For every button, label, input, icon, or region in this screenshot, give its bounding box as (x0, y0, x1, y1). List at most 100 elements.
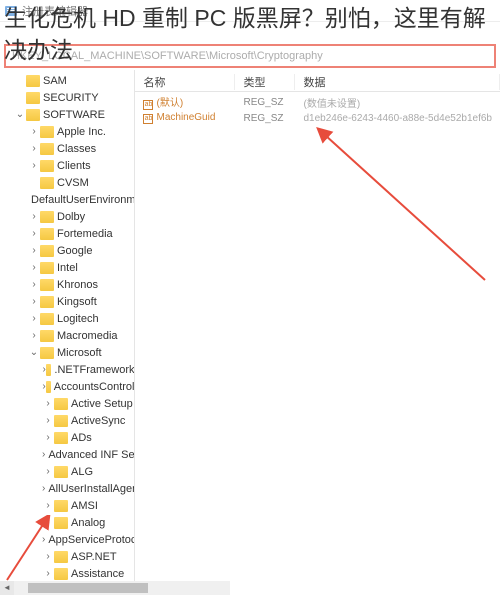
tree-horizontal-scrollbar[interactable]: ◄ (0, 581, 230, 595)
tree-item[interactable]: › ADs (0, 429, 134, 446)
value-name: ab(默认) (135, 94, 235, 110)
tree-item[interactable]: › Assistance (0, 565, 134, 582)
tree-item-label: AccountsControl (54, 381, 135, 393)
expand-icon[interactable]: › (28, 262, 40, 273)
tree-item[interactable]: ⌄Microsoft (0, 344, 134, 361)
expand-icon[interactable]: › (42, 483, 45, 494)
tree-item[interactable]: ⌄ SOFTWARE (0, 106, 134, 123)
tree-item-label: Assistance (71, 568, 124, 580)
tree-item-label: AMSI (71, 500, 98, 512)
expand-icon[interactable]: › (42, 415, 54, 426)
col-data[interactable]: 数据 (295, 74, 500, 90)
expand-icon[interactable]: › (28, 126, 40, 137)
scroll-left-button[interactable]: ◄ (0, 581, 14, 595)
folder-icon (40, 313, 54, 325)
tree-item-label: Kingsoft (57, 296, 97, 308)
tree-item[interactable]: SECURITY (0, 89, 134, 106)
folder-icon (26, 92, 40, 104)
expand-icon[interactable]: › (28, 245, 40, 256)
collapse-icon[interactable]: ⌄ (28, 347, 40, 358)
tree-item[interactable]: › Clients (0, 157, 134, 174)
tree-item[interactable]: ›AccountsControl (0, 378, 134, 395)
folder-icon (40, 211, 54, 223)
value-rows: ab(默认)REG_SZ(数值未设置)abMachineGuidREG_SZd1… (135, 92, 500, 128)
tree-panel[interactable]: SAMSECURITY⌄SOFTWARE›Apple Inc.›Classes›… (0, 70, 135, 595)
tree-item[interactable]: ›ALG (0, 463, 134, 480)
string-icon: ab (143, 114, 153, 124)
tree-item[interactable]: › Logitech (0, 310, 134, 327)
tree-item-label: Intel (57, 262, 78, 274)
value-type: REG_SZ (235, 113, 295, 124)
tree-item[interactable]: ›Khronos (0, 276, 134, 293)
tree-item[interactable]: ›ASP.NET (0, 548, 134, 565)
tree-item[interactable]: ›Fortemedia (0, 225, 134, 242)
folder-icon (40, 330, 54, 342)
tree-item-label: ADs (71, 432, 92, 444)
tree-item[interactable]: ›Advanced INF Setup (0, 446, 134, 463)
tree-item[interactable]: › Intel (0, 259, 134, 276)
col-name[interactable]: 名称 (135, 74, 235, 90)
folder-icon (40, 262, 54, 274)
values-panel: 名称 类型 数据 ab(默认)REG_SZ(数值未设置)abMachineGui… (135, 70, 500, 595)
expand-icon[interactable]: › (42, 517, 54, 528)
folder-icon (40, 143, 54, 155)
folder-icon (54, 517, 68, 529)
tree-item-label: Advanced INF Setup (48, 449, 135, 461)
tree-item[interactable]: DefaultUserEnvironment (0, 191, 134, 208)
tree-item[interactable]: ›Dolby (0, 208, 134, 225)
tree-item[interactable]: › AMSI (0, 497, 134, 514)
tree-item[interactable]: › Analog (0, 514, 134, 531)
expand-icon[interactable]: › (42, 449, 45, 460)
expand-icon[interactable]: › (42, 398, 54, 409)
value-data: (数值未设置) (295, 95, 500, 110)
expand-icon[interactable]: › (42, 568, 54, 579)
expand-icon[interactable]: › (28, 313, 40, 324)
col-type[interactable]: 类型 (235, 74, 295, 90)
tree-item[interactable]: ›AllUserInstallAgent (0, 480, 134, 497)
tree-item[interactable]: › Apple Inc. (0, 123, 134, 140)
expand-icon[interactable]: › (42, 534, 45, 545)
tree-item[interactable]: ›.NETFramework (0, 361, 134, 378)
folder-icon (40, 228, 54, 240)
tree-item[interactable]: CVSM (0, 174, 134, 191)
collapse-icon[interactable]: ⌄ (14, 109, 26, 120)
expand-icon[interactable]: › (42, 466, 54, 477)
expand-icon[interactable]: › (42, 500, 54, 511)
column-headers: 名称 类型 数据 (135, 72, 500, 92)
tree-item[interactable]: › ActiveSync (0, 412, 134, 429)
tree-item[interactable]: SAM (0, 72, 134, 89)
folder-icon (40, 126, 54, 138)
tree-item-label: Active Setup (71, 398, 133, 410)
expand-icon[interactable]: › (42, 551, 54, 562)
tree-item[interactable]: › Active Setup (0, 395, 134, 412)
expand-icon[interactable]: › (42, 432, 54, 443)
value-row[interactable]: ab(默认)REG_SZ(数值未设置) (135, 94, 500, 110)
value-type: REG_SZ (235, 97, 295, 108)
expand-icon[interactable]: › (28, 160, 40, 171)
expand-icon[interactable]: › (28, 228, 40, 239)
tree-item-label: Clients (57, 160, 91, 172)
folder-icon (46, 364, 51, 376)
expand-icon[interactable]: › (28, 211, 40, 222)
tree-item[interactable]: ›Google (0, 242, 134, 259)
tree-item-label: Logitech (57, 313, 99, 325)
tree-item-label: SOFTWARE (43, 109, 105, 121)
tree-item[interactable]: › Kingsoft (0, 293, 134, 310)
tree-item-label: Apple Inc. (57, 126, 106, 138)
tree-item[interactable]: ›Macromedia (0, 327, 134, 344)
tree-item[interactable]: ›Classes (0, 140, 134, 157)
string-icon: ab (143, 100, 153, 110)
expand-icon[interactable]: › (28, 296, 40, 307)
expand-icon[interactable]: › (28, 143, 40, 154)
regedit-window: 注册表编辑器 HKEY_LOCAL_MACHINE\SOFTWARE\Micro… (0, 0, 500, 595)
tree-item[interactable]: ›AppServiceProtocols (0, 531, 134, 548)
tree-item-label: .NETFramework (54, 364, 134, 376)
expand-icon[interactable]: › (28, 330, 40, 341)
tree-item-label: Analog (71, 517, 105, 529)
expand-icon[interactable]: › (28, 279, 40, 290)
folder-icon (46, 381, 51, 393)
folder-icon (54, 500, 68, 512)
value-row[interactable]: abMachineGuidREG_SZd1eb246e-6243-4460-a8… (135, 110, 500, 126)
scroll-thumb[interactable] (28, 583, 148, 593)
tree-item-label: ActiveSync (71, 415, 125, 427)
